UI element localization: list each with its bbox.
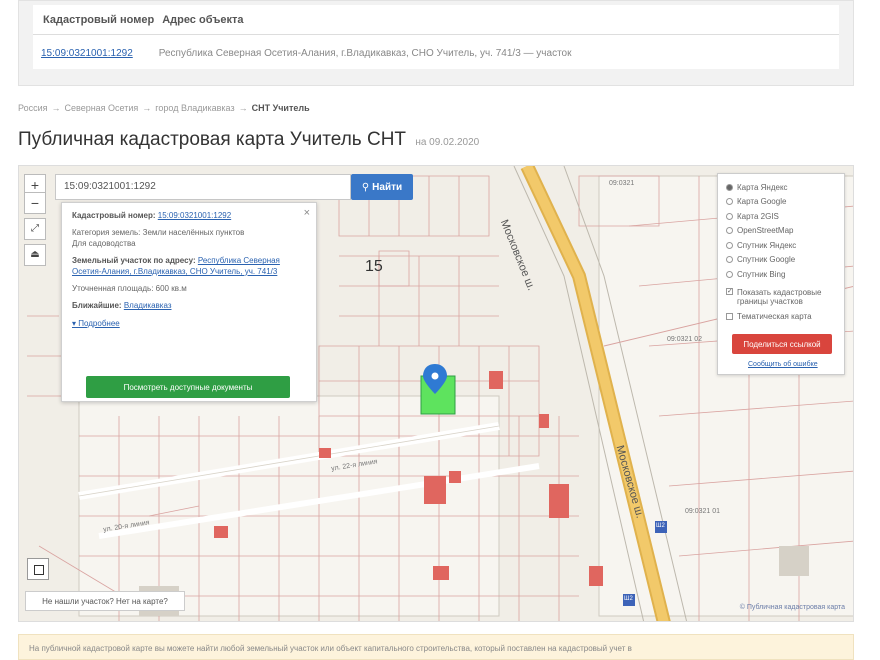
page-title-text: Публичная кадастровая карта Учитель СНТ xyxy=(18,129,407,150)
breadcrumb-separator: → xyxy=(51,103,61,113)
checkbox-checked-icon[interactable]: ✓ xyxy=(726,287,733,295)
road-sign-label-1: Ш2 xyxy=(656,523,665,529)
parcel-label-1: 09:0321 xyxy=(609,180,635,187)
show-borders-checkbox[interactable]: ✓ Показать кадастровые границы участков xyxy=(726,287,836,306)
not-found-button[interactable]: Не нашли участок? Нет на карте? xyxy=(25,591,185,611)
search-button-label: Найти xyxy=(372,181,403,193)
search-icon: ⚲ xyxy=(361,181,370,193)
checkbox-label: Показать кадастровые границы участков xyxy=(737,287,822,306)
layer-option-2gis[interactable]: Карта 2GIS xyxy=(726,209,836,224)
cadastral-number-link[interactable]: 15:09:0321001:1292 xyxy=(41,48,133,59)
checkbox-label: Тематическая карта xyxy=(737,312,812,322)
layer-label: Карта Google xyxy=(737,197,787,207)
footer-note: На публичной кадастровой карте вы можете… xyxy=(18,634,854,660)
map-attribution[interactable]: © Публичная кадастровая карта xyxy=(740,604,845,611)
land-use: Для садоводства xyxy=(72,238,136,248)
layer-option-sat-google[interactable]: Спутник Google xyxy=(726,253,836,268)
layer-option-sat-yandex[interactable]: Спутник Яндекс xyxy=(726,238,836,253)
land-category: Категория земель: Земли населённых пункт… xyxy=(72,228,245,238)
search-input[interactable]: 15:09:0321001:1292 xyxy=(55,174,351,200)
share-link-button[interactable]: Поделиться ссылкой xyxy=(732,334,832,354)
breadcrumb-item-russia[interactable]: Россия xyxy=(18,103,48,113)
parcel-label-3: 09:0321 01 xyxy=(685,508,721,515)
cad-number-link[interactable]: 15:09:0321001:1292 xyxy=(158,211,231,220)
breadcrumb-current: СНТ Учитель xyxy=(251,103,310,113)
breadcrumb-separator: → xyxy=(142,103,152,113)
radio-icon[interactable] xyxy=(726,198,733,206)
layer-option-yandex[interactable]: Карта Яндекс xyxy=(726,180,836,195)
layer-label: Карта 2GIS xyxy=(737,211,779,221)
ruler-icon: ⤢ xyxy=(31,223,39,234)
nearest-link[interactable]: Владикавказ xyxy=(124,301,172,310)
table-header: Кадастровый номер Адрес объекта xyxy=(33,5,839,35)
layer-option-sat-bing[interactable]: Спутник Bing xyxy=(726,267,836,282)
view-documents-button[interactable]: Посмотреть доступные документы xyxy=(86,376,290,398)
road-sign-label-2: Ш2 xyxy=(624,596,633,602)
radio-icon[interactable] xyxy=(726,241,733,249)
search-button[interactable]: ⚲ Найти xyxy=(351,174,413,200)
breadcrumb-separator: → xyxy=(238,103,248,113)
area-tool-button[interactable]: ⏏ xyxy=(24,244,46,266)
area-value: Уточненная площадь: 600 кв.м xyxy=(72,283,187,293)
radio-icon[interactable] xyxy=(726,270,733,278)
layer-option-google[interactable]: Карта Google xyxy=(726,195,836,210)
page-title: Публичная кадастровая карта Учитель СНТ … xyxy=(18,129,479,151)
address-cell: Республика Северная Осетия-Алания, г.Вла… xyxy=(158,47,572,59)
breadcrumb-item-city[interactable]: город Владикавказ xyxy=(155,103,234,113)
radio-icon[interactable] xyxy=(726,227,733,235)
details-toggle[interactable]: ▾ Подробнее xyxy=(72,319,120,328)
col-cadastral-header: Кадастровый номер xyxy=(43,13,155,26)
cad-number-label: Кадастровый номер: xyxy=(72,211,156,220)
close-icon[interactable]: × xyxy=(304,207,310,219)
col-address-header: Адрес объекта xyxy=(162,13,244,26)
fullscreen-button[interactable] xyxy=(27,558,49,580)
breadcrumb-item-region[interactable]: Северная Осетия xyxy=(65,103,139,113)
cadastral-table: Кадастровый номер Адрес объекта 15:09:03… xyxy=(33,5,839,69)
cadastral-table-card: Кадастровый номер Адрес объекта 15:09:03… xyxy=(18,0,854,86)
layer-label: Карта Яндекс xyxy=(737,182,788,192)
parcel-info-popup: × Кадастровый номер: 15:09:0321001:1292 … xyxy=(61,202,317,402)
ruler-tool-button[interactable]: ⤢ xyxy=(24,218,46,240)
block-number-label: 15 xyxy=(365,258,383,275)
radio-icon[interactable] xyxy=(726,256,733,264)
layer-label: Спутник Яндекс xyxy=(737,240,797,250)
radio-icon[interactable] xyxy=(726,183,733,191)
zoom-out-button[interactable]: − xyxy=(24,192,46,214)
page-title-date: на 09.02.2020 xyxy=(415,137,480,148)
map-layers-panel: Карта Яндекс Карта Google Карта 2GIS Ope… xyxy=(717,173,845,375)
thematic-map-checkbox[interactable]: Тематическая карта xyxy=(726,310,836,325)
breadcrumb: Россия → Северная Осетия → город Владика… xyxy=(18,103,310,113)
table-row[interactable]: 15:09:0321001:1292 Республика Северная О… xyxy=(33,43,839,63)
cadastral-map[interactable]: 15 Московское ш. Московское ш. ул. 22-я … xyxy=(18,165,854,622)
layer-option-osm[interactable]: OpenStreetMap xyxy=(726,224,836,239)
nearest-label: Ближайшие: xyxy=(72,301,122,311)
checkbox-icon[interactable] xyxy=(726,313,733,321)
parcel-label-2: 09:0321 02 xyxy=(667,336,703,343)
layer-label: Спутник Google xyxy=(737,255,796,265)
layer-label: OpenStreetMap xyxy=(737,226,794,236)
radio-icon[interactable] xyxy=(726,212,733,220)
report-error-link[interactable]: Сообщить об ошибке xyxy=(748,361,818,368)
address-label: Земельный участок по адресу: xyxy=(72,256,196,266)
layer-label: Спутник Bing xyxy=(737,269,786,279)
area-icon: ⏏ xyxy=(30,249,40,260)
